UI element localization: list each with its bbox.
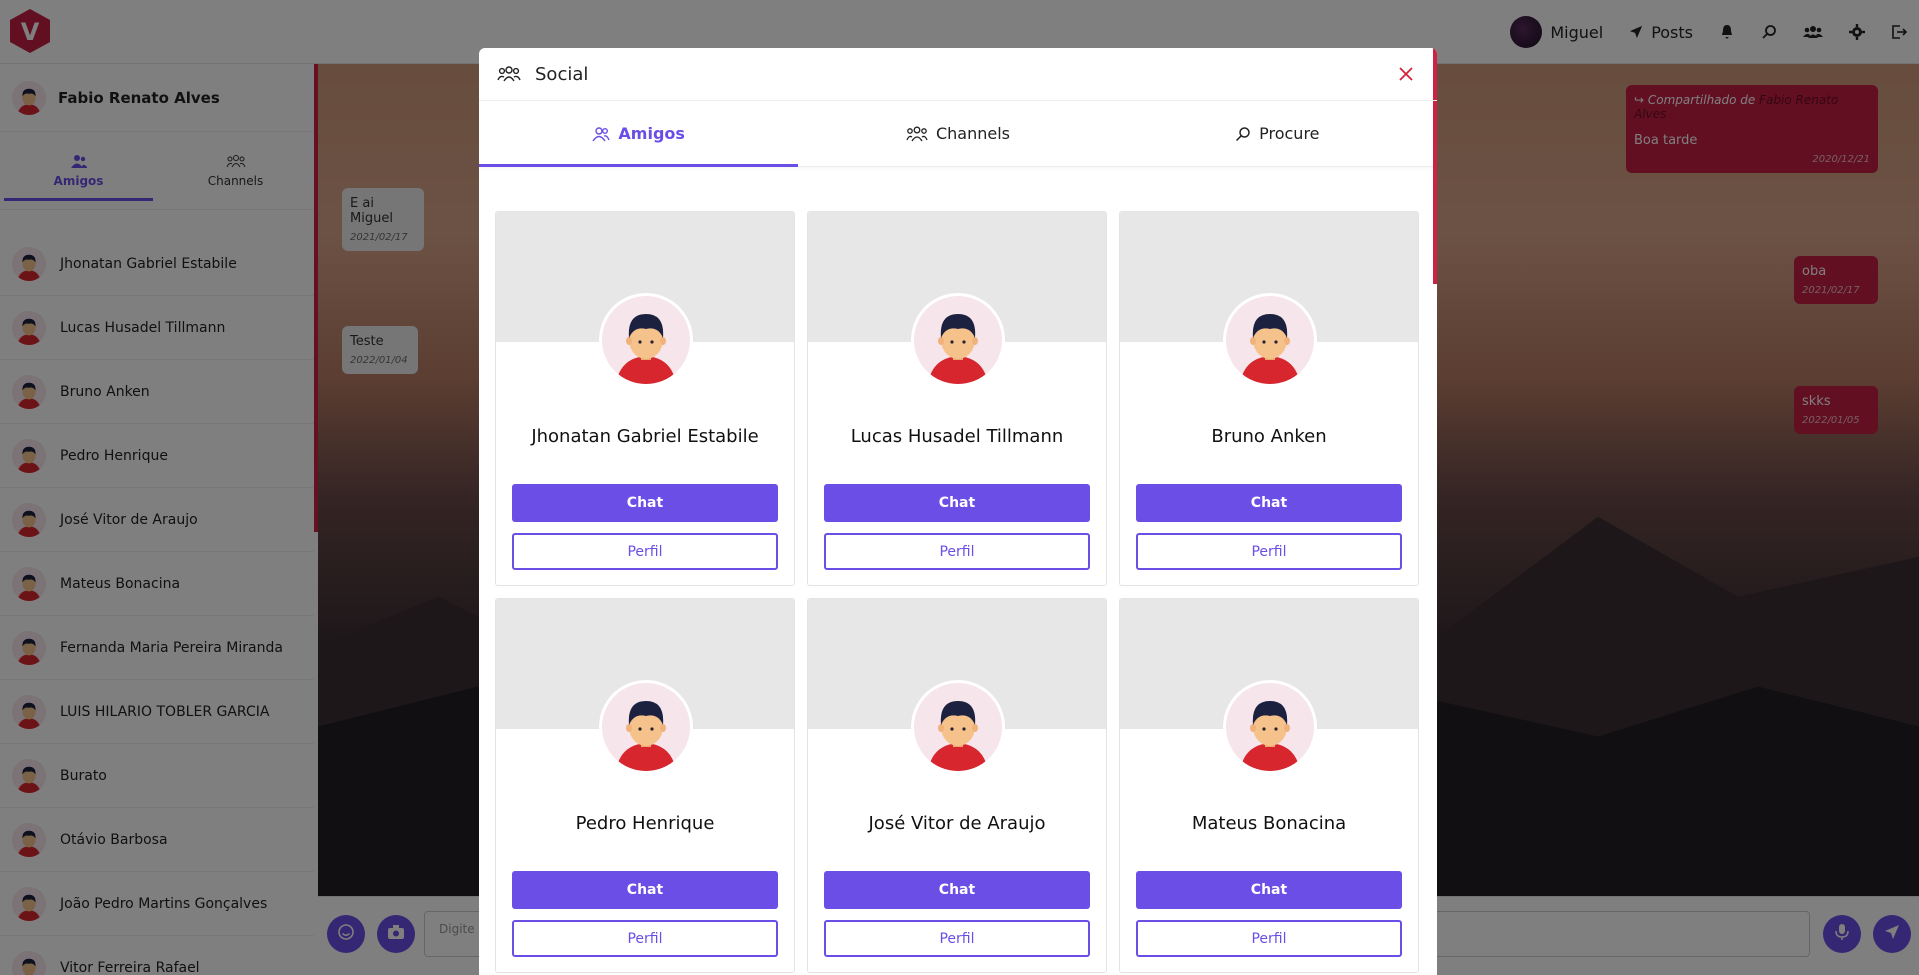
card-name: Mateus Bonacina [1191,813,1347,834]
avatar [911,680,1005,774]
tab-label: Channels [935,124,1010,143]
chat-button[interactable]: Chat [1136,871,1402,909]
close-button[interactable] [1395,64,1417,86]
profile-button[interactable]: Perfil [824,920,1090,957]
chat-button[interactable]: Chat [824,484,1090,522]
friend-card: Bruno Anken Chat Perfil [1119,211,1419,586]
card-name: Pedro Henrique [575,813,715,834]
friend-card: Lucas Husadel Tillmann Chat Perfil [807,211,1107,586]
friend-card: Mateus Bonacina Chat Perfil [1119,598,1419,973]
search-icon [1235,126,1251,142]
tab-channels[interactable]: Channels [798,101,1117,166]
friends-icon [592,126,611,142]
avatar [599,293,693,387]
chat-button[interactable]: Chat [824,871,1090,909]
group-icon [906,126,928,142]
tab-label: Procure [1259,124,1320,143]
modal-title: Social [535,63,589,85]
friend-card: Pedro Henrique Chat Perfil [495,598,795,973]
tab-procure[interactable]: Procure [1118,101,1437,166]
modal-tabs: Amigos Channels Procure [479,101,1437,167]
tab-label: Amigos [618,124,685,143]
friend-cards-grid: Jhonatan Gabriel Estabile Chat Perfil Lu… [495,211,1422,973]
friend-card: Jhonatan Gabriel Estabile Chat Perfil [495,211,795,586]
profile-button[interactable]: Perfil [1136,920,1402,957]
chat-button[interactable]: Chat [1136,484,1402,522]
avatar [599,680,693,774]
card-name: José Vitor de Araujo [868,813,1046,834]
chat-button[interactable]: Chat [512,871,778,909]
card-name: Lucas Husadel Tillmann [850,426,1064,447]
group-icon [497,65,521,83]
avatar [1223,293,1317,387]
tab-amigos[interactable]: Amigos [479,101,799,167]
profile-button[interactable]: Perfil [824,533,1090,570]
avatar [1223,680,1317,774]
close-icon [1399,66,1413,85]
modal-header: Social [479,48,1437,101]
card-name: Jhonatan Gabriel Estabile [531,426,759,447]
avatar [911,293,1005,387]
social-modal: Social Amigos Channels Procure Jhonatan … [479,48,1437,975]
chat-button[interactable]: Chat [512,484,778,522]
card-name: Bruno Anken [1211,426,1327,447]
profile-button[interactable]: Perfil [512,920,778,957]
profile-button[interactable]: Perfil [1136,533,1402,570]
friend-card: José Vitor de Araujo Chat Perfil [807,598,1107,973]
profile-button[interactable]: Perfil [512,533,778,570]
